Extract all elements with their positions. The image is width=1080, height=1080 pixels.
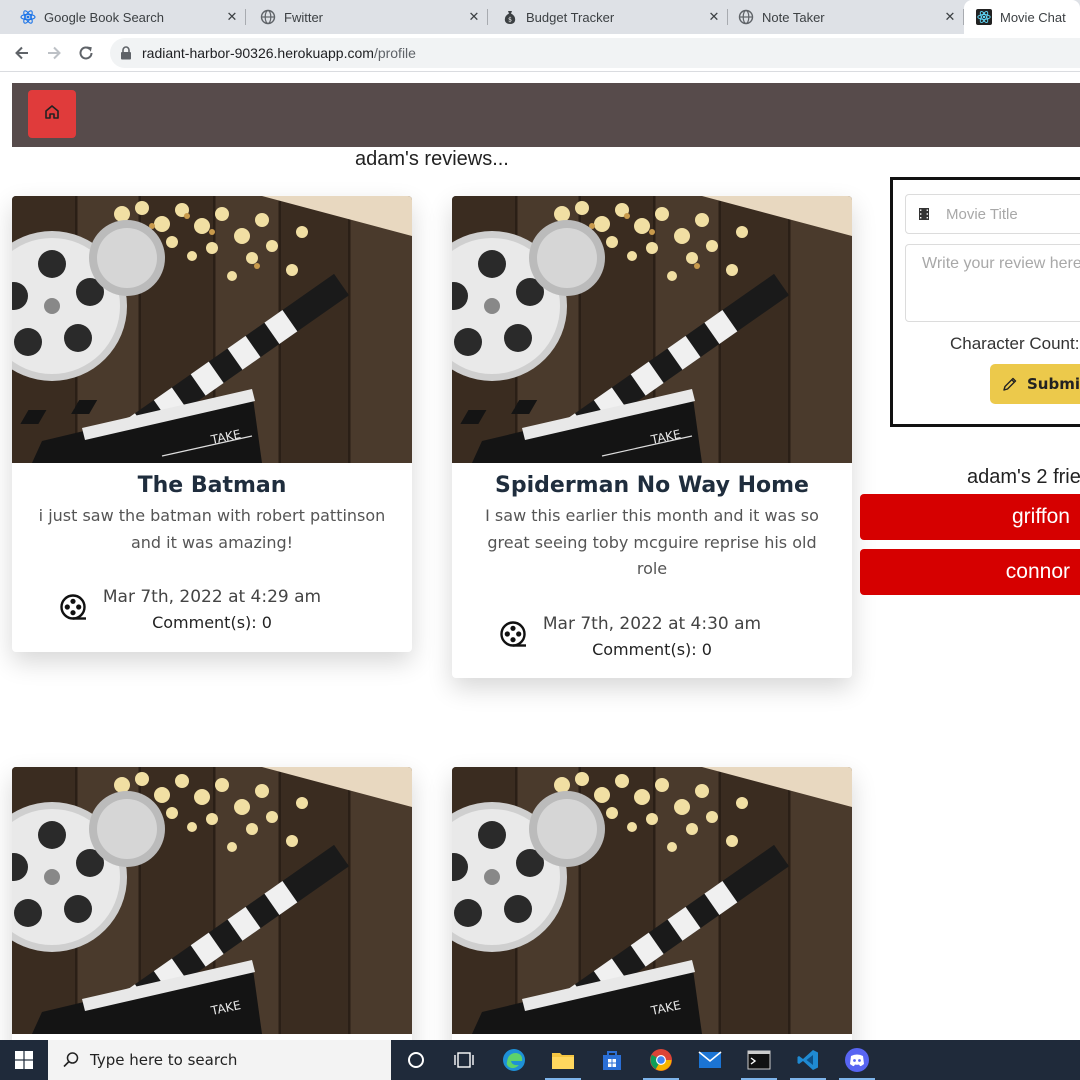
cortana-icon[interactable]	[392, 1040, 440, 1080]
url-path: /profile	[373, 45, 416, 61]
tab-movie-chat[interactable]: Movie Chat	[964, 0, 1080, 34]
browser-tabstrip: Google Book Search ✕ Fwitter ✕ $ Budget …	[0, 0, 1080, 34]
review-title: The Batman	[137, 473, 287, 498]
review-form: Movie Title Write your review here Chara…	[890, 177, 1080, 427]
browser-toolbar: radiant-harbor-90326.herokuapp.com/profi…	[0, 34, 1080, 72]
close-tab-icon[interactable]: ✕	[942, 9, 958, 25]
tab-budget-tracker[interactable]: $ Budget Tracker ✕	[482, 0, 728, 34]
review-footer: Mar 7th, 2022 at 4:29 am Comment(s): 0	[36, 584, 388, 642]
chrome-icon[interactable]	[637, 1040, 685, 1080]
review-comments-count[interactable]: Comment(s): 0	[12, 610, 412, 636]
taskbar-search-placeholder: Type here to search	[90, 1051, 238, 1069]
movie-poster-image: TAKE	[12, 196, 412, 463]
friend-button[interactable]: griffon	[860, 494, 1080, 540]
terminal-icon[interactable]	[735, 1040, 783, 1080]
friend-button[interactable]: connor	[860, 549, 1080, 595]
task-view-icon[interactable]	[440, 1040, 488, 1080]
tab-google-book-search[interactable]: Google Book Search ✕	[0, 0, 246, 34]
edge-icon[interactable]	[490, 1040, 538, 1080]
submit-label: Submit	[1027, 375, 1080, 393]
close-tab-icon[interactable]: ✕	[224, 9, 240, 25]
windows-start-icon[interactable]	[0, 1040, 48, 1080]
close-tab-icon[interactable]: ✕	[466, 9, 482, 25]
money-bag-icon: $	[502, 9, 518, 25]
windows-taskbar: Type here to search	[0, 1040, 1080, 1080]
app-navbar	[12, 83, 1080, 147]
movie-poster-image: TAKE	[12, 767, 412, 1034]
discord-icon[interactable]	[833, 1040, 881, 1080]
movie-title-placeholder: Movie Title	[946, 205, 1018, 223]
review-footer: Mar 7th, 2022 at 4:30 am Comment(s): 0	[476, 611, 828, 669]
friends-heading: adam's 2 friends	[967, 466, 1080, 488]
tab-title: Movie Chat	[1000, 9, 1066, 25]
svg-text:$: $	[508, 17, 512, 24]
character-count-label: Character Count:	[950, 334, 1080, 353]
vscode-icon[interactable]	[784, 1040, 832, 1080]
movie-title-input[interactable]: Movie Title	[905, 194, 1080, 234]
mail-icon[interactable]	[686, 1040, 734, 1080]
tab-fwitter[interactable]: Fwitter ✕	[240, 0, 488, 34]
taskbar-search-box[interactable]: Type here to search	[48, 1040, 391, 1080]
search-icon	[62, 1051, 80, 1069]
address-bar[interactable]: radiant-harbor-90326.herokuapp.com/profi…	[110, 38, 1080, 68]
submit-button[interactable]: Submit	[990, 364, 1080, 404]
review-text: i just saw the batman with robert pattin…	[38, 506, 386, 552]
globe-icon	[738, 9, 754, 25]
review-date: Mar 7th, 2022 at 4:30 am	[542, 613, 762, 634]
movie-poster-image: TAKE	[452, 767, 852, 1034]
react-icon	[20, 9, 36, 25]
page-content: adam's reviews... TAKE The Batman i just…	[0, 73, 1080, 1040]
url-text: radiant-harbor-90326.herokuapp.com/profi…	[142, 45, 416, 61]
forward-arrow-icon[interactable]	[42, 41, 66, 65]
review-textarea[interactable]: Write your review here	[905, 244, 1080, 322]
tab-title: Fwitter	[284, 9, 323, 25]
review-card: TAKE Spiderman No Way Home I saw this ea…	[452, 196, 852, 678]
react-icon	[976, 9, 992, 25]
tab-title: Budget Tracker	[526, 9, 615, 25]
tab-note-taker[interactable]: Note Taker ✕	[718, 0, 964, 34]
home-button[interactable]	[28, 90, 76, 138]
back-arrow-icon[interactable]	[10, 41, 34, 65]
lock-icon[interactable]	[120, 46, 134, 60]
url-host: radiant-harbor-90326.herokuapp.com	[142, 45, 374, 61]
file-explorer-icon[interactable]	[539, 1040, 587, 1080]
review-card: TAKE	[452, 767, 852, 1040]
review-date: Mar 7th, 2022 at 4:29 am	[102, 587, 322, 607]
review-card: TAKE	[12, 767, 412, 1040]
review-comments-count[interactable]: Comment(s): 0	[452, 637, 852, 663]
tab-title: Google Book Search	[44, 9, 164, 25]
tab-title: Note Taker	[762, 9, 825, 25]
home-icon	[43, 103, 61, 126]
store-icon[interactable]	[588, 1040, 636, 1080]
movie-poster-image: TAKE	[452, 196, 852, 463]
film-icon	[918, 207, 932, 221]
globe-icon	[260, 9, 276, 25]
reload-icon[interactable]	[74, 41, 98, 65]
review-text: I saw this earlier this month and it was…	[485, 506, 819, 578]
review-title: Spiderman No Way Home	[495, 473, 809, 498]
pencil-icon	[1002, 376, 1018, 392]
review-card: TAKE The Batman i just saw the batman wi…	[12, 196, 412, 652]
reviews-heading: adam's reviews...	[355, 148, 509, 170]
